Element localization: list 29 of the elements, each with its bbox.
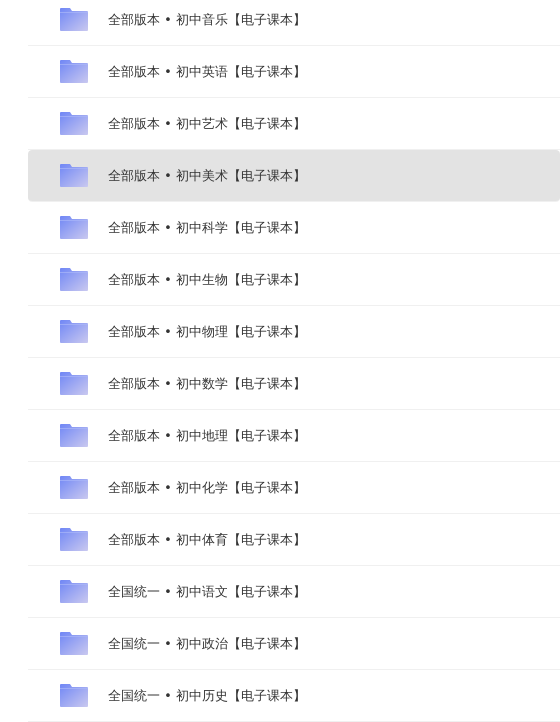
- folder-icon: [60, 476, 88, 499]
- folder-icon: [60, 216, 88, 239]
- folder-name: 全部版本 • 初中生物【电子课本】: [108, 272, 306, 288]
- folder-name: 全部版本 • 初中地理【电子课本】: [108, 428, 306, 444]
- folder-icon: [60, 164, 88, 187]
- folder-name: 全国统一 • 初中语文【电子课本】: [108, 584, 306, 600]
- folder-name: 全部版本 • 初中体育【电子课本】: [108, 532, 306, 548]
- folder-icon: [60, 320, 88, 343]
- folder-name: 全部版本 • 初中艺术【电子课本】: [108, 116, 306, 132]
- folder-name: 全部版本 • 初中数学【电子课本】: [108, 376, 306, 392]
- folder-icon: [60, 8, 88, 31]
- folder-icon: [60, 112, 88, 135]
- folder-icon: [60, 424, 88, 447]
- folder-name: 全部版本 • 初中化学【电子课本】: [108, 480, 306, 496]
- folder-name: 全国统一 • 初中政治【电子课本】: [108, 636, 306, 652]
- folder-name: 全部版本 • 初中英语【电子课本】: [108, 64, 306, 80]
- folder-icon: [60, 372, 88, 395]
- folder-icon: [60, 632, 88, 655]
- folder-name: 全国统一 • 初中历史【电子课本】: [108, 688, 306, 704]
- folder-name: 全部版本 • 初中音乐【电子课本】: [108, 12, 306, 28]
- folder-name: 全部版本 • 初中科学【电子课本】: [108, 220, 306, 236]
- folder-name: 全部版本 • 初中美术【电子课本】: [108, 168, 306, 184]
- folder-icon: [60, 684, 88, 707]
- folder-icon: [60, 528, 88, 551]
- folder-icon: [60, 580, 88, 603]
- folder-name: 全部版本 • 初中物理【电子课本】: [108, 324, 306, 340]
- folder-icon: [60, 268, 88, 291]
- folder-icon: [60, 60, 88, 83]
- folder-row[interactable]: 全部版本 • 初中美术【电子课本】: [28, 150, 560, 202]
